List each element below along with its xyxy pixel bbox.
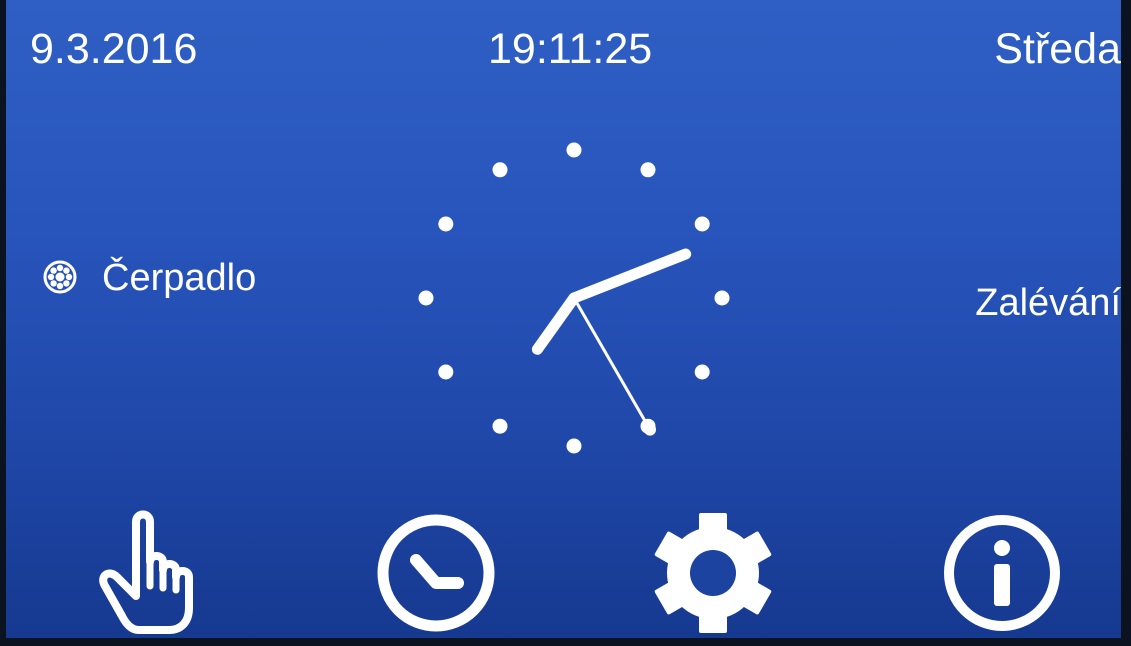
pump-status-label: Čerpadlo [102, 257, 257, 299]
clock-hour-dot [640, 162, 656, 178]
hand-pointer-icon [99, 510, 193, 634]
clock-hour-dot [438, 364, 454, 380]
info-button[interactable] [932, 510, 1072, 636]
clock-hour-dot [492, 418, 508, 434]
hour-hand [531, 292, 580, 355]
time-display: 19:11:25 [488, 25, 653, 73]
schedule-button[interactable] [366, 510, 506, 636]
second-hand [572, 296, 652, 432]
clock-hour-dot [566, 438, 582, 454]
clock-hour-dot [694, 216, 710, 232]
pump-icon [43, 260, 77, 294]
clock-hour-dot [418, 290, 434, 306]
clock-hour-dot [714, 290, 730, 306]
second-hand-tip [644, 423, 656, 436]
minute-hand [568, 248, 692, 304]
clock-hour-dot [566, 142, 582, 158]
clock-hour-dot [438, 216, 454, 232]
gear-icon [654, 513, 772, 633]
weekday-display: Středa [994, 25, 1121, 73]
watering-status-label: Zalévání [975, 282, 1121, 324]
clock-icon [377, 514, 495, 632]
touch-screen: 9.3.2016 19:11:25 Středa Čerpadlo Zalévá… [0, 0, 1131, 646]
settings-button[interactable] [643, 510, 783, 636]
info-icon [944, 515, 1060, 631]
date-display: 9.3.2016 [30, 25, 198, 73]
clock-hour-dot [694, 364, 710, 380]
clock-hour-dot [492, 162, 508, 178]
analog-clock [418, 142, 730, 454]
manual-control-button[interactable] [81, 510, 221, 636]
